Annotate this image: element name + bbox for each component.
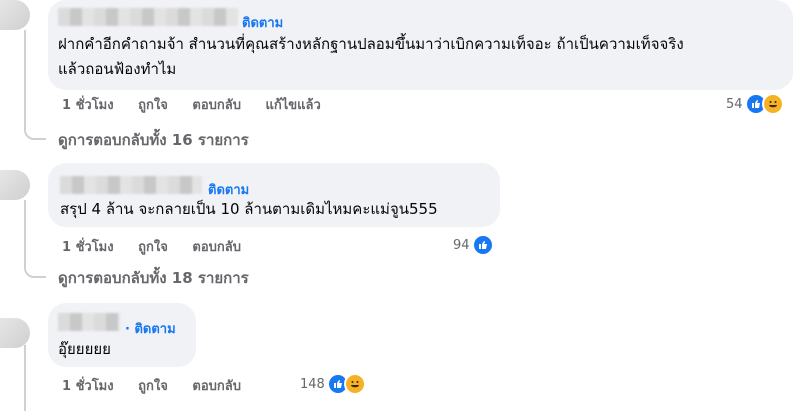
comment-text: สรุป 4 ล้าน จะกลายเป็น 10 ล้านตามเดิมไหม… — [60, 200, 438, 218]
time-link[interactable]: 1 ชั่วโมง — [62, 379, 114, 394]
comment-bubble: · ติดตาม อุ๊ยยยยย — [48, 303, 196, 367]
comment-actions: 1 ชั่วโมง ถูกใจ ตอบกลับ แก้ไขแล้ว — [62, 94, 341, 115]
haha-icon — [761, 93, 784, 115]
haha-icon — [343, 373, 366, 395]
comment-bubble: ติดตาม ฝากคำอีกคำถามจ้า สำนวนที่คุณสร้าง… — [48, 0, 793, 90]
comment-text: อุ๊ยยยยย — [58, 340, 111, 358]
view-replies-link[interactable]: ดูการตอบกลับทั้ง 16 รายการ — [58, 128, 249, 152]
thread-line — [24, 200, 26, 264]
reaction-summary[interactable]: 54 — [726, 93, 784, 115]
follow-button[interactable]: ติดตาม — [242, 12, 283, 33]
reply-button[interactable]: ตอบกลับ — [192, 379, 241, 394]
reaction-summary[interactable]: 94 — [453, 234, 494, 256]
comment-bubble: ติดตาม สรุป 4 ล้าน จะกลายเป็น 10 ล้านตาม… — [48, 163, 500, 227]
reaction-summary[interactable]: 148 — [300, 373, 366, 395]
avatar[interactable] — [0, 0, 30, 30]
reply-button[interactable]: ตอบกลับ — [192, 240, 241, 255]
like-button[interactable]: ถูกใจ — [138, 379, 168, 394]
reaction-count: 94 — [453, 237, 470, 253]
thread-connector — [24, 262, 46, 278]
reaction-count: 148 — [300, 376, 325, 392]
commenter-name-blurred[interactable] — [58, 313, 120, 331]
thread-line — [24, 30, 26, 130]
comment-actions: 1 ชั่วโมง ถูกใจ ตอบกลับ — [62, 375, 261, 396]
follow-button[interactable]: · ติดตาม — [125, 318, 176, 339]
like-icon — [471, 234, 494, 256]
commenter-name-blurred[interactable] — [60, 176, 202, 194]
view-replies-link[interactable]: ดูการตอบกลับทั้ง 18 รายการ — [58, 266, 249, 290]
avatar[interactable] — [0, 170, 30, 200]
time-link[interactable]: 1 ชั่วโมง — [62, 240, 114, 255]
comment-actions: 1 ชั่วโมง ถูกใจ ตอบกลับ — [62, 236, 261, 257]
comment-text: แล้วถอนฟ้องทำไม — [58, 60, 177, 78]
thread-connector — [24, 124, 46, 140]
like-button[interactable]: ถูกใจ — [138, 240, 168, 255]
commenter-name-blurred[interactable] — [58, 8, 238, 26]
thread-line — [24, 345, 26, 411]
avatar[interactable] — [0, 318, 30, 348]
reaction-count: 54 — [726, 96, 743, 112]
time-link[interactable]: 1 ชั่วโมง — [62, 98, 114, 113]
comment-text: ฝากคำอีกคำถามจ้า สำนวนที่คุณสร้างหลักฐาน… — [58, 35, 684, 53]
edited-label: แก้ไขแล้ว — [265, 98, 321, 113]
like-button[interactable]: ถูกใจ — [138, 98, 168, 113]
reply-button[interactable]: ตอบกลับ — [192, 98, 241, 113]
